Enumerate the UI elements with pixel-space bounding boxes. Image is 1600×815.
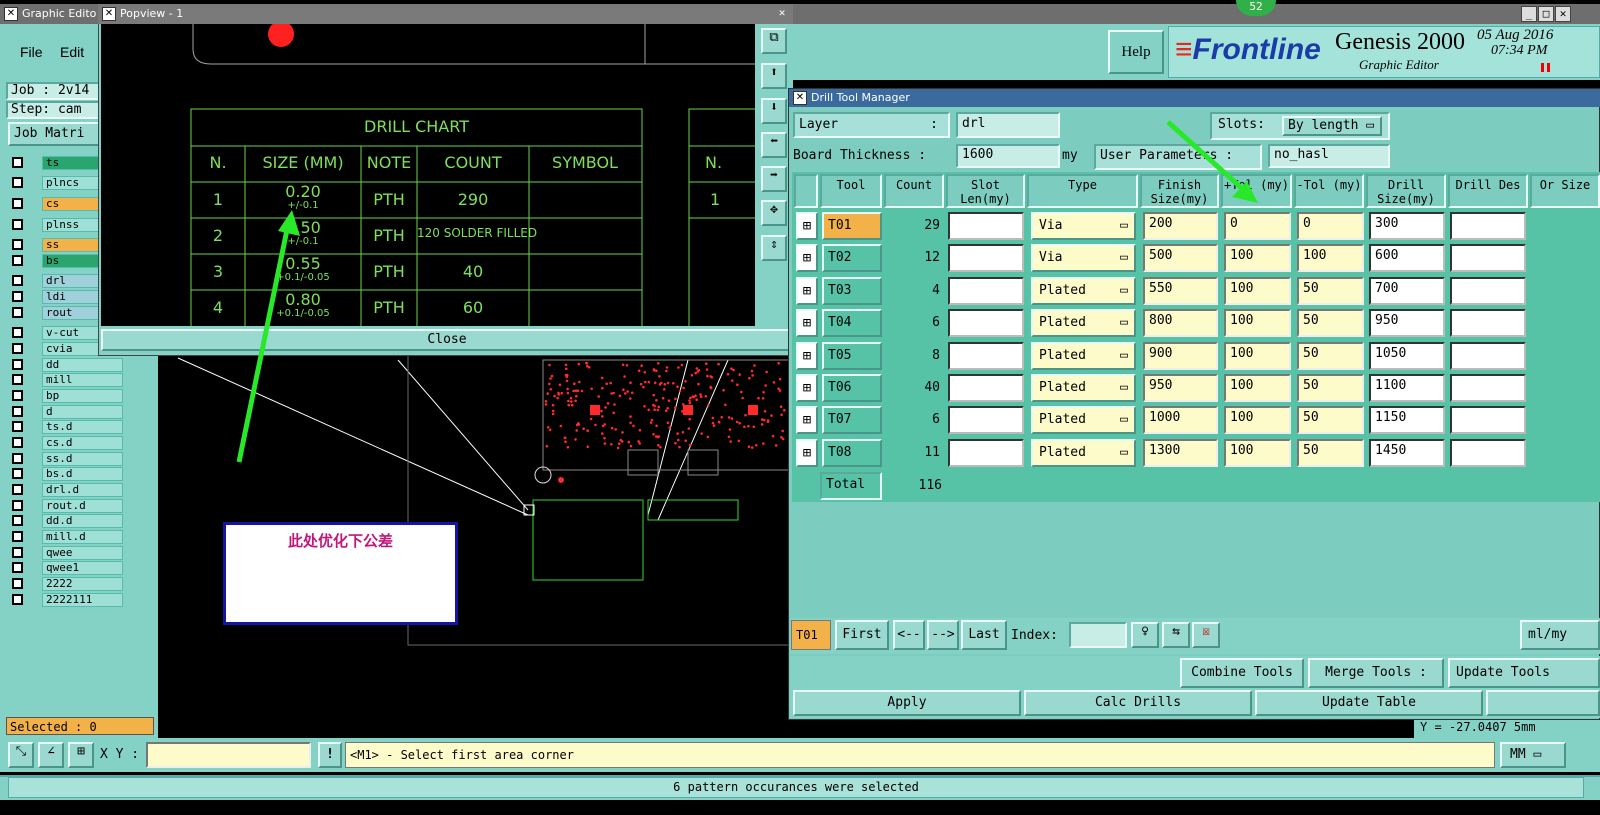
arrow-overlay: [236, 120, 1258, 463]
